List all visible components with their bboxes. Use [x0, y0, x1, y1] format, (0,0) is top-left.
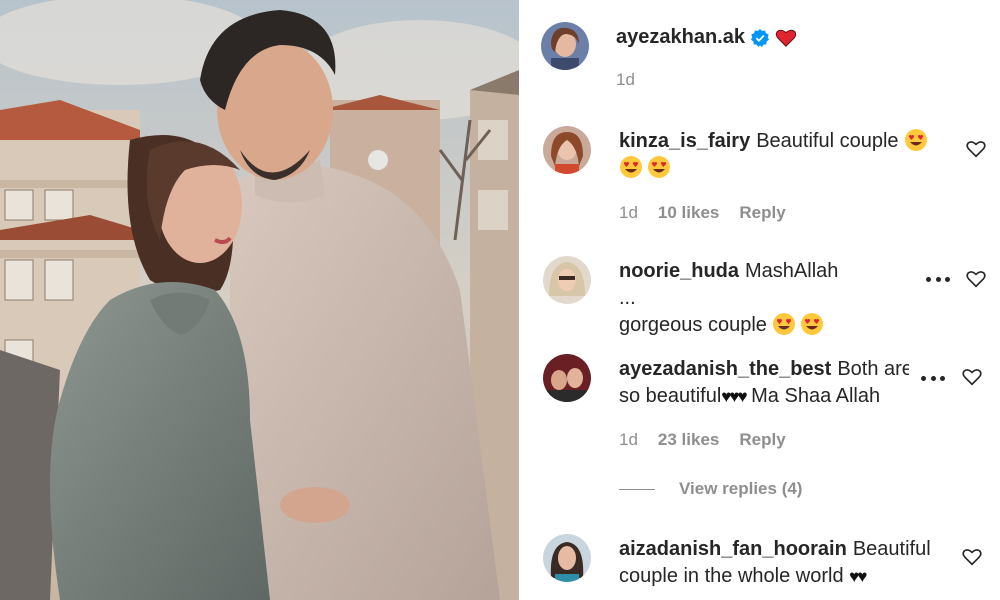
- comment-avatar-4[interactable]: [543, 534, 591, 582]
- view-replies-label: View replies (4): [679, 479, 803, 498]
- more-options-icon[interactable]: [921, 374, 945, 382]
- comment-time: 1d: [619, 203, 638, 222]
- verified-badge-icon: [750, 28, 769, 47]
- caption-time: 1d: [616, 70, 635, 89]
- comment-text: Both are so: [837, 358, 909, 380]
- heart-eyes-emoji-icon: [773, 313, 796, 335]
- comment-username[interactable]: aizadanish_fan_hoorain: [619, 538, 847, 560]
- comment-text-line3: Ma Shaa Allah: [751, 385, 881, 407]
- comment-text-line2: so beautiful: [619, 385, 722, 407]
- comment-meta-1: 1d 10 likes Reply: [619, 203, 786, 223]
- comment-avatar-3[interactable]: [543, 354, 591, 402]
- caption-username[interactable]: ayezakhan.ak: [616, 26, 745, 49]
- comment-body-4: aizadanish_fan_hoorain Beautiful couple i…: [619, 536, 959, 590]
- comment-time: 1d: [619, 430, 638, 449]
- comment-text-line2: gorgeous couple: [619, 314, 767, 336]
- heart-eyes-emoji-icon: [648, 156, 670, 178]
- red-heart-icon: [775, 29, 797, 47]
- black-hearts: ♥♥♥: [721, 387, 747, 406]
- replies-divider: [619, 488, 655, 490]
- comment-avatar-2[interactable]: [543, 256, 591, 304]
- comment-body-1: kinza_is_fairy Beautiful couple: [619, 128, 949, 182]
- comment-meta-3: 1d 23 likes Reply: [619, 430, 786, 450]
- more-options-icon[interactable]: [926, 275, 950, 283]
- caption-avatar[interactable]: [541, 22, 589, 70]
- comment-likes[interactable]: 10 likes: [658, 203, 719, 223]
- comment-text: Beautiful couple: [756, 130, 899, 152]
- avatar-image: [543, 126, 591, 174]
- like-heart-icon[interactable]: [965, 268, 987, 290]
- like-heart-icon[interactable]: [961, 546, 983, 568]
- comment-text: Beautiful: [852, 538, 931, 560]
- comments-panel: ayezakhan.ak 1d kinza_is_fairy Beautiful …: [519, 0, 1000, 600]
- like-heart-icon[interactable]: [965, 138, 987, 160]
- comment-likes[interactable]: 23 likes: [658, 430, 719, 450]
- avatar-image: [543, 534, 591, 582]
- avatar-image: [543, 256, 591, 304]
- comment-username[interactable]: kinza_is_fairy: [619, 130, 750, 152]
- heart-eyes-emoji-icon: [620, 156, 642, 178]
- avatar-image: [541, 22, 589, 70]
- caption-header: ayezakhan.ak: [616, 26, 797, 49]
- post-photo: [0, 0, 519, 600]
- like-heart-icon[interactable]: [961, 366, 983, 388]
- black-hearts: ♥♥: [849, 567, 867, 586]
- reply-button[interactable]: Reply: [739, 203, 785, 223]
- heart-eyes-emoji-icon: [905, 129, 928, 151]
- comment-body-2: noorie_huda MashAllah ... gorgeous couple: [619, 258, 859, 339]
- avatar-image: [543, 354, 591, 402]
- post-photo-illustration: [0, 0, 519, 600]
- comment-text-line2: couple in the whole world: [619, 565, 844, 587]
- view-replies-button[interactable]: View replies (4): [619, 479, 802, 499]
- comment-body-3: ayezadanish_the_best Both are so so beaut…: [619, 356, 909, 410]
- reply-button[interactable]: Reply: [739, 430, 785, 450]
- comment-username[interactable]: noorie_huda: [619, 260, 739, 282]
- comment-avatar-1[interactable]: [543, 126, 591, 174]
- comment-username[interactable]: ayezadanish_the_best: [619, 358, 831, 380]
- heart-eyes-emoji-icon: [801, 313, 824, 335]
